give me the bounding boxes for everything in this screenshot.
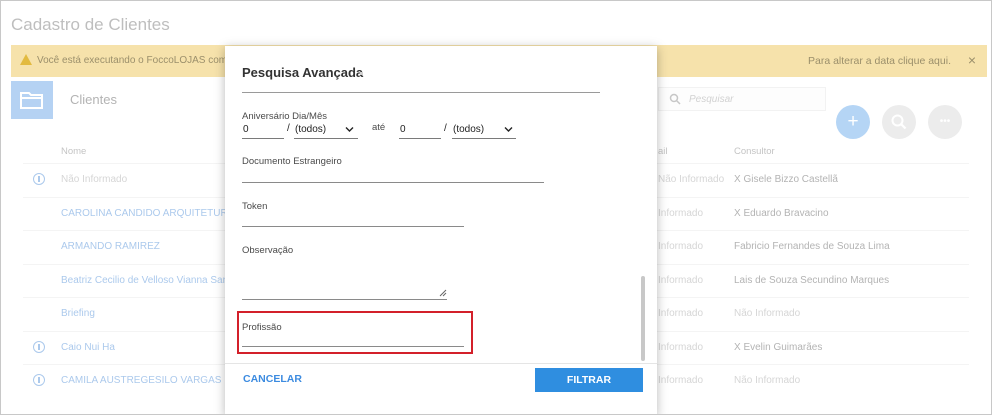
birthday-day-from-underline: [242, 138, 284, 139]
birthday-month-from-value: (todos): [295, 124, 327, 135]
advanced-search-modal: Pesquisa Avançada Aniversário Dia/Mês 0 …: [225, 46, 657, 414]
birthday-label: Aniversário Dia/Mês: [242, 111, 327, 122]
birthday-day-from-value: 0: [243, 124, 249, 135]
footer-divider: [225, 363, 657, 364]
screen: Cadastro de Clientes Você está executand…: [0, 0, 992, 415]
observation-label: Observação: [242, 245, 294, 256]
date-separator: /: [444, 123, 447, 134]
birthday-day-to-value: 0: [400, 124, 406, 135]
chevron-down-icon: [345, 125, 354, 135]
modal-scrollbar[interactable]: [641, 276, 645, 361]
previous-field-underline: [242, 92, 600, 93]
birthday-month-to-underline: [452, 138, 516, 139]
foreign-document-label: Documento Estrangeiro: [242, 156, 342, 167]
birthday-day-to-underline: [399, 138, 441, 139]
profession-highlight-box: [237, 311, 473, 354]
date-separator: /: [287, 123, 290, 134]
until-label: até: [372, 122, 386, 133]
token-label: Token: [242, 201, 268, 212]
foreign-document-underline: [242, 182, 544, 183]
birthday-month-from-underline: [294, 138, 358, 139]
chevron-down-icon: [504, 125, 513, 135]
birthday-month-to-value: (todos): [453, 124, 485, 135]
cancel-button[interactable]: CANCELAR: [243, 373, 302, 385]
token-underline: [242, 226, 464, 227]
filter-records-button[interactable]: FILTRAR REGISTROS: [535, 368, 643, 410]
observation-underline: [242, 299, 447, 300]
resize-handle-icon[interactable]: [439, 289, 447, 297]
modal-title: Pesquisa Avançada: [242, 65, 364, 80]
title-marker: [360, 72, 363, 75]
